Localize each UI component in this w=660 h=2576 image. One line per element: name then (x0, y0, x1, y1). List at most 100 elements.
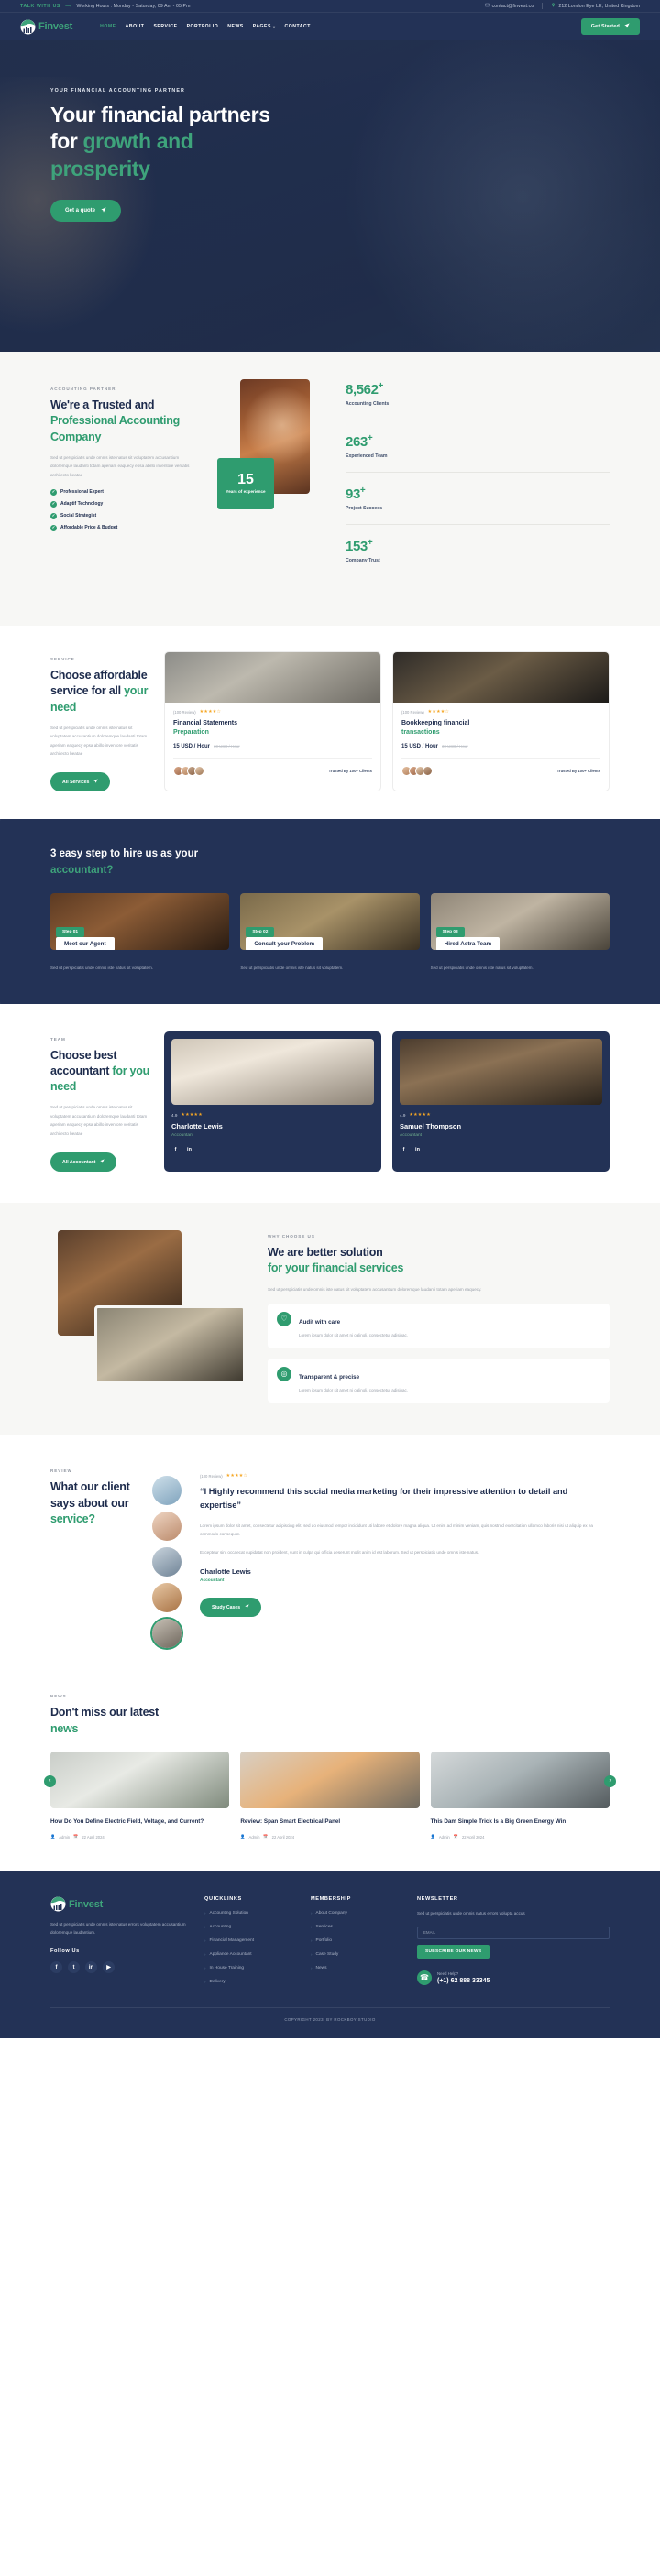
testimonial-avatar[interactable] (152, 1583, 182, 1613)
step-image: Step 01 Meet our Agent (50, 892, 230, 950)
services-title: Choose affordable service for all your n… (50, 668, 151, 715)
subscribe-button[interactable]: SUBSCRIBE OUR NEWS (417, 1944, 490, 1959)
nav-item-portfolio[interactable]: PORTFOLIO (187, 24, 219, 29)
nav-item-home[interactable]: HOME (100, 24, 116, 29)
footer-quicklinks-title: QUICKLINKS (204, 1896, 242, 1903)
news-card[interactable]: How Do You Define Electric Field, Voltag… (50, 1751, 230, 1839)
hero-title: Your financial partners for growth and p… (50, 102, 660, 182)
why-feature-title: Audit with care (299, 1318, 341, 1326)
footer-social-list: f t in ▶ (50, 1961, 190, 1974)
study-cases-button[interactable]: Study Cases (200, 1598, 262, 1618)
working-hours-text: Working Hours : Monday - Saturday, 09 Am… (76, 3, 191, 9)
news-card-title: Review: Span Smart Electrical Panel (240, 1817, 341, 1825)
all-accountant-button[interactable]: All Accountant (50, 1152, 117, 1173)
stat-number: 93 (346, 486, 360, 502)
support-phone-number[interactable]: (+1) 62 888 33345 (437, 1978, 490, 1984)
news-date: 22 April 2024 (461, 1834, 485, 1839)
linkedin-icon[interactable]: in (185, 1146, 193, 1154)
facebook-icon[interactable]: f (171, 1146, 180, 1154)
nav-item-pages[interactable]: PAGES ▾ (253, 24, 276, 29)
footer-link[interactable]: › Financial Management (204, 1938, 296, 1943)
news-card-meta: 👤 Admin 📅 22 April 2024 (240, 1834, 419, 1839)
testimonial-avatar[interactable] (152, 1512, 182, 1542)
nav-item-service[interactable]: SERVICE (153, 24, 177, 29)
linkedin-icon[interactable]: in (413, 1146, 422, 1154)
testimonial-avatar[interactable] (152, 1476, 182, 1506)
newsletter-email-input[interactable]: EMAIL (417, 1926, 610, 1939)
footer-link[interactable]: › Delivery (204, 1980, 296, 1984)
service-card[interactable]: (100 Review) ★★★★☆ Financial Statements … (164, 651, 381, 792)
news-title-green: news (50, 1721, 79, 1735)
site-footer: Finvest Sed ut perspiciatis unde omnis i… (0, 1871, 660, 2038)
step-image: Step 03 Hired Astra Team (430, 892, 610, 950)
chevron-right-icon: › (311, 1966, 313, 1971)
testimonial-avatar-list (152, 1463, 185, 1649)
need-help-block: ☎ Need Help? (+1) 62 888 33345 (417, 1970, 610, 1985)
news-card-title: How Do You Define Electric Field, Voltag… (50, 1817, 204, 1825)
footer-link[interactable]: › Appliance Accountant (204, 1952, 296, 1957)
testimonial-avatar[interactable] (152, 1547, 182, 1577)
footer-brand-link[interactable]: Finvest (50, 1896, 190, 1912)
service-price-old: 30 USD / Hour (214, 744, 240, 749)
step-name: Consult your Problem (246, 936, 324, 950)
nav-item-about[interactable]: ABOUT (126, 24, 145, 29)
why-feature-title: Transparent & precise (299, 1373, 360, 1381)
service-review-row: (100 Review) ★★★★☆ (173, 710, 372, 715)
twitter-icon[interactable]: t (68, 1961, 80, 1974)
chevron-right-icon: › (311, 1911, 313, 1916)
news-card[interactable]: Review: Span Smart Electrical Panel 👤 Ad… (240, 1751, 420, 1839)
news-card[interactable]: This Dam Simple Trick Is a Big Green Ene… (430, 1751, 610, 1839)
step-image: Step 02 Consult your Problem (240, 892, 420, 950)
facebook-icon[interactable]: f (400, 1146, 408, 1154)
all-services-button[interactable]: All Services (50, 772, 111, 792)
all-services-label: All Services (62, 779, 90, 785)
footer-link[interactable]: › About Company (311, 1911, 402, 1916)
footer-link[interactable]: › Accounting (204, 1925, 296, 1929)
about-title: We're a Trusted and Professional Account… (50, 398, 197, 445)
team-member-role: Accountant (400, 1132, 423, 1138)
footer-description: Sed ut perspiciatis unde omnis iste natu… (50, 1922, 186, 1936)
footer-link[interactable]: › Accounting Solution (204, 1911, 296, 1916)
youtube-icon[interactable]: ▶ (103, 1961, 115, 1974)
check-item: ✓ Affordable Price & Budget (50, 524, 197, 531)
team-member-card[interactable]: 4.9 ★★★★★ Samuel Thompson Accountant f i… (392, 1031, 610, 1173)
steps-title: 3 easy step to hire us as your accountan… (50, 846, 610, 879)
facebook-icon[interactable]: f (50, 1961, 62, 1974)
footer-link[interactable]: › Case Study (311, 1952, 402, 1957)
why-feature-text: Lorem ipsum dolor sit amet ni oalinoli, … (299, 1387, 409, 1392)
brand-logo-link[interactable]: Finvest (20, 19, 72, 35)
step-name: Meet our Agent (56, 936, 115, 950)
chevron-right-icon: › (204, 1966, 206, 1971)
client-avatar-group (173, 766, 204, 777)
news-next-button[interactable]: › (604, 1774, 616, 1787)
service-price-row: 15 USD / Hour 30 USD / Hour (402, 744, 600, 749)
star-rating-icon: ★★★★☆ (199, 710, 222, 715)
team-member-role: Accountant (171, 1132, 194, 1138)
testimonial-author-name: Charlotte Lewis (200, 1567, 251, 1577)
nav-item-news[interactable]: NEWS (227, 24, 243, 29)
news-prev-button[interactable]: ‹ (44, 1774, 56, 1787)
footer-link[interactable]: › Portfolio (311, 1938, 402, 1943)
stat-suffix: + (367, 538, 373, 548)
team-member-card[interactable]: 4.9 ★★★★★ Charlotte Lewis Accountant f i… (164, 1031, 381, 1173)
footer-link[interactable]: › News (311, 1966, 402, 1970)
footer-link[interactable]: › In House Training (204, 1966, 296, 1970)
why-title: We are better solution for your financia… (268, 1245, 610, 1277)
services-eyebrow: SERVICE (50, 657, 75, 661)
office-address-text: 212 London Eye LE, United Kingdom (558, 3, 640, 9)
footer-link[interactable]: › Services (311, 1925, 402, 1929)
footer-follow-title: Follow Us (50, 1948, 80, 1955)
contact-email[interactable]: contact@finvest.co (484, 3, 534, 9)
news-card-title: This Dam Simple Trick Is a Big Green Ene… (430, 1817, 566, 1825)
testimonial-avatar-selected[interactable] (152, 1619, 182, 1649)
service-card-title: Bookkeeping financial transactions (402, 719, 600, 737)
nav-item-contact[interactable]: CONTACT (285, 24, 311, 29)
services-card-list: (100 Review) ★★★★☆ Financial Statements … (164, 651, 610, 792)
testimonial-review-count: (100 Review) (200, 1474, 223, 1479)
get-a-quote-button[interactable]: Get a quote (50, 200, 122, 223)
linkedin-icon[interactable]: in (85, 1961, 97, 1974)
get-started-button[interactable]: Get Started (580, 18, 640, 35)
service-card[interactable]: (100 Review) ★★★★☆ Bookkeeping financial… (392, 651, 610, 792)
team-member-rating: 4.9 ★★★★★ (400, 1113, 602, 1118)
why-feature-card: ◎ Transparent & precise Lorem ipsum dolo… (268, 1358, 610, 1403)
